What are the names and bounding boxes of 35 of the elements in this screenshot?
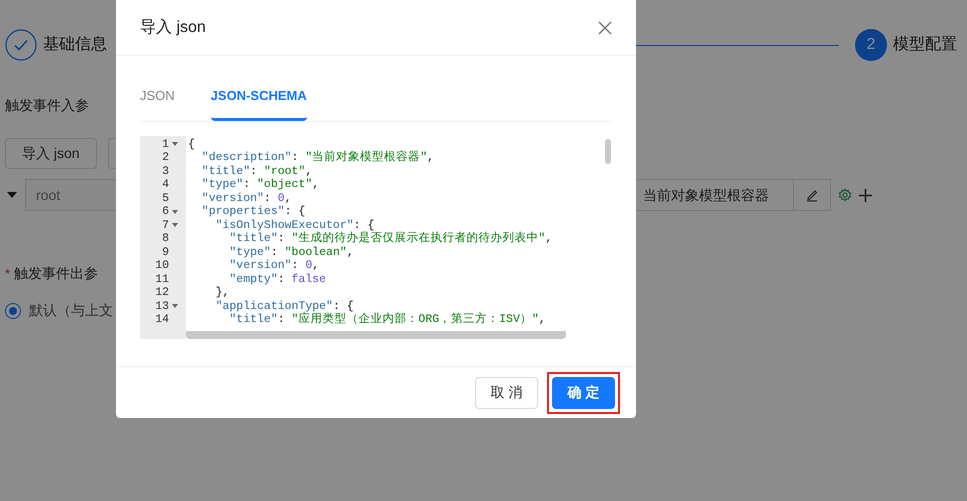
code-line: "empty": false — [228, 272, 328, 286]
code-line: "title": "应用类型（企业内部：ORG，第三方：ISV）", — [228, 313, 547, 326]
line-number: 13 — [155, 300, 169, 312]
step-label: 基础信息 — [43, 34, 107, 55]
line-number: 1 — [162, 138, 169, 150]
dialog-title: 导入 json — [140, 18, 206, 38]
line-number: 9 — [162, 246, 169, 258]
code-line: }, — [214, 286, 230, 300]
line-number: 8 — [162, 233, 169, 244]
line-number: 2 — [162, 152, 169, 164]
code-line: "type": "boolean", — [228, 246, 355, 259]
line-number: 3 — [162, 166, 169, 177]
code-line: "version": 0, — [228, 259, 320, 272]
step-number: 2 — [855, 29, 887, 61]
required-mark: * — [5, 264, 10, 283]
line-number: 7 — [162, 220, 169, 231]
code-line: "isOnlyShowExecutor": { — [214, 218, 376, 232]
code-line: "properties": { — [200, 205, 306, 218]
code-line: "applicationType": { — [214, 300, 355, 312]
line-number: 14 — [155, 314, 169, 326]
code-line: "title": "root", — [200, 164, 314, 178]
code-line: "description": "当前对象模型根容器", — [200, 151, 436, 164]
code-line: "title": "生成的待办是否仅展示在执行者的待办列表中", — [228, 232, 554, 246]
line-number: 12 — [155, 287, 169, 298]
section-title: 触发事件出参 — [14, 264, 98, 283]
line-number: 11 — [155, 274, 169, 285]
line-number: 6 — [162, 206, 169, 218]
section-title: 触发事件入参 — [5, 96, 89, 115]
line-number: 10 — [155, 260, 169, 272]
step-label: 模型配置 — [893, 35, 957, 55]
line-number: 4 — [162, 179, 169, 190]
line-number: 5 — [162, 192, 169, 204]
code-line: "version": 0, — [200, 192, 293, 205]
code-line: { — [188, 138, 196, 151]
code-line: "type": "object", — [200, 178, 320, 192]
